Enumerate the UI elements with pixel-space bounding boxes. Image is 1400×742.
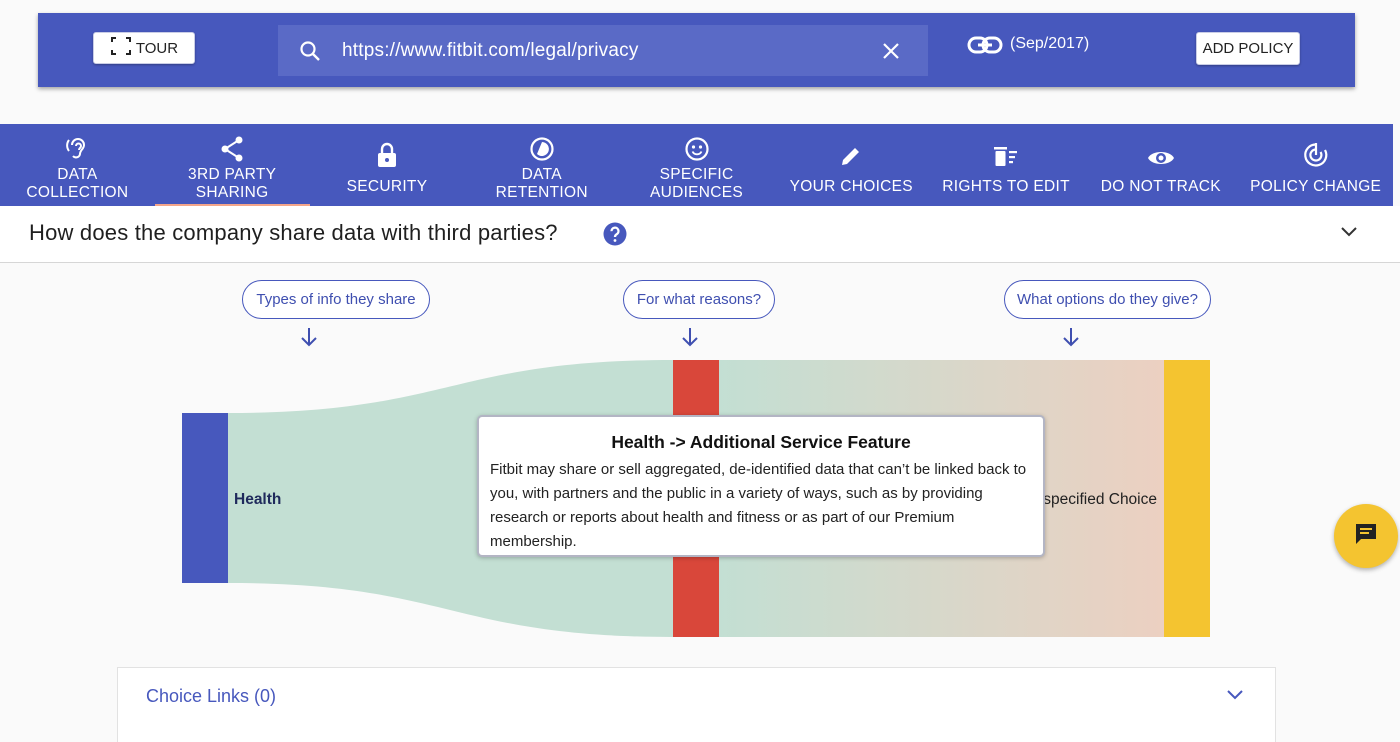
tooltip-title: Health -> Additional Service Feature <box>611 432 911 452</box>
chat-button[interactable] <box>1334 504 1398 568</box>
arrow-down-icon <box>1062 326 1080 353</box>
tooltip-body: Fitbit may share or sell aggregated, de-… <box>490 461 1027 550</box>
link-tooltip: Health -> Additional Service Feature Fit… <box>477 415 1045 557</box>
chevron-down-icon[interactable] <box>1226 688 1244 706</box>
choice-links-label: Choice Links (0) <box>146 686 277 706</box>
sankey-node-health[interactable] <box>182 413 228 583</box>
sankey-node-label-health: Health <box>234 491 281 508</box>
column-header-info-types: Types of info they share <box>242 280 430 319</box>
arrow-down-icon <box>300 326 318 353</box>
sankey-node-unspecified-choice[interactable] <box>1164 360 1210 637</box>
choice-links-panel[interactable]: Choice Links (0) <box>117 667 1276 742</box>
arrow-down-icon <box>681 326 699 353</box>
sankey-diagram: Health specified Choice <box>182 360 1210 637</box>
chat-icon <box>1353 521 1379 552</box>
sankey-node-label-choice: specified Choice <box>1043 491 1157 508</box>
column-header-options: What options do they give? <box>1004 280 1211 319</box>
column-header-reasons: For what reasons? <box>623 280 775 319</box>
